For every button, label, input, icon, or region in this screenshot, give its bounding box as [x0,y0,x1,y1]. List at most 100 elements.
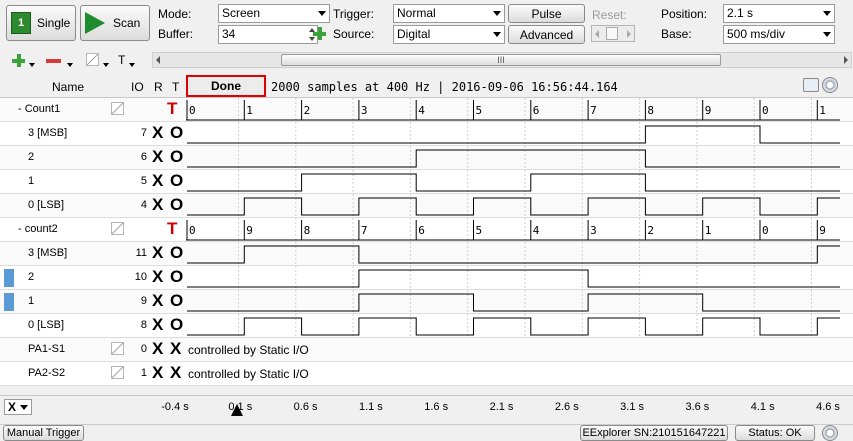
chevron-down-icon [318,11,326,16]
bus-name[interactable]: - Count1 [18,103,60,115]
channel-r-toggle[interactable]: X [152,339,163,359]
channel-io: 0 [140,343,147,355]
bus-name[interactable]: - count2 [18,223,58,235]
status-label: Status: OK [748,427,802,439]
channel-t-toggle[interactable]: X [170,363,181,383]
text-tool-icon[interactable]: T [118,53,125,67]
selection-marker [4,269,14,287]
channel-r-toggle[interactable]: X [152,171,163,191]
trigger-icon[interactable]: T [167,219,177,239]
remove-channel-icon[interactable] [46,59,61,63]
dropdown-arrow-icon[interactable] [129,63,135,67]
channel-t-toggle[interactable]: O [170,267,183,287]
channel-r-toggle[interactable]: X [152,123,163,143]
slider-thumb[interactable] [606,27,618,40]
channel-io: 11 [135,247,147,259]
zoom-select[interactable]: X [4,399,32,415]
channel-r-toggle[interactable]: X [152,243,163,263]
channel-name[interactable]: 0 [LSB] [28,319,64,331]
source-select[interactable]: Digital [393,25,505,44]
channel-t-toggle[interactable]: O [170,315,183,335]
base-label: Base: [661,27,692,41]
chevron-down-icon [823,11,831,16]
play-icon [85,12,105,34]
chevron-down-icon [493,11,501,16]
edit-icon[interactable] [111,222,124,235]
bus-value-label: 0 [189,224,196,237]
channel-r-toggle[interactable]: X [152,195,163,215]
device-settings-icon[interactable] [822,425,838,441]
trigger-select[interactable]: Normal [393,4,505,23]
position-select[interactable]: 2.1 s [723,4,835,23]
chevron-left-icon[interactable] [595,30,599,38]
channel-r-toggle[interactable]: X [152,363,163,383]
bus-value-label: 0 [762,104,769,117]
channel-r-toggle[interactable]: X [152,267,163,287]
chevron-right-icon[interactable] [844,56,848,64]
channel-t-toggle[interactable]: O [170,147,183,167]
chevron-right-icon[interactable] [627,30,631,38]
scan-button[interactable]: Scan [80,5,150,41]
channel-name[interactable]: 1 [28,175,34,187]
channel-t-toggle[interactable]: O [170,291,183,311]
bus-value-label: 4 [418,104,425,117]
channel-r-toggle[interactable]: X [152,315,163,335]
manual-trigger-button[interactable]: Manual Trigger [3,425,84,441]
channel-name[interactable]: PA2-S2 [28,367,65,379]
buffer-spinner[interactable]: 34 [218,25,318,44]
mode-select[interactable]: Screen [218,4,330,23]
channel-r-toggle[interactable]: X [152,291,163,311]
time-tick-label: 1.6 s [424,401,449,413]
add-channel-icon[interactable] [12,54,25,67]
trigger-label: Trigger: [333,7,374,21]
channel-name[interactable]: 0 [LSB] [28,199,64,211]
channel-t-toggle[interactable]: X [170,339,181,359]
settings-icon[interactable] [822,77,838,93]
horizontal-scrollbar[interactable]: III [152,52,852,68]
dropdown-arrow-icon[interactable] [103,63,109,67]
scrollbar-thumb[interactable]: III [281,54,721,66]
single-icon: 1 [11,12,31,34]
channel-t-toggle[interactable]: O [170,171,183,191]
scroll-grip: III [497,55,505,65]
base-value: 500 ms/div [727,27,786,41]
screenshot-icon[interactable] [803,78,819,92]
channel-name[interactable]: PA1-S1 [28,343,65,355]
dropdown-arrow-icon[interactable] [29,63,35,67]
single-button[interactable]: 1 Single [6,5,76,41]
reset-slider[interactable] [591,25,635,42]
trigger-icon[interactable]: T [167,99,177,119]
channel-r-toggle[interactable]: X [152,147,163,167]
bus-value-label: 9 [705,104,712,117]
bus-value-label: 8 [647,104,654,117]
channel-name[interactable]: 2 [28,151,34,163]
dropdown-arrow-icon[interactable] [67,63,73,67]
status-button[interactable]: Status: OK [735,425,815,441]
device-button[interactable]: EExplorer SN:210151647221 [580,425,728,441]
edit-icon[interactable] [111,366,124,379]
column-io-header: IO [131,80,144,94]
channel-name[interactable]: 1 [28,295,34,307]
trigger-marker-icon[interactable] [231,404,243,416]
edit-icon[interactable] [86,53,99,66]
channel-name[interactable]: 3 [MSB] [28,127,67,139]
channel-name[interactable]: 2 [28,271,34,283]
edit-icon[interactable] [111,102,124,115]
advanced-button[interactable]: Advanced [508,25,585,44]
base-select[interactable]: 500 ms/div [723,25,835,44]
add-icon[interactable] [313,27,326,40]
bus-value-label: 5 [476,104,483,117]
channel-t-toggle[interactable]: O [170,195,183,215]
channel-t-toggle[interactable]: O [170,243,183,263]
channel-name[interactable]: 3 [MSB] [28,247,67,259]
waveform-area[interactable]: 0 1 2 3 4 5 6 7 8 9 0 10 9 8 7 6 5 4 3 2 1 0 9 [186,98,840,388]
edit-icon[interactable] [111,342,124,355]
channel-t-toggle[interactable]: O [170,123,183,143]
bus-value-label: 1 [819,104,826,117]
device-label: EExplorer SN:210151647221 [582,427,726,439]
bus-value-label: 8 [304,224,311,237]
pulse-button[interactable]: Pulse [508,4,585,23]
digital-trace [187,197,840,216]
digital-trace [187,149,840,168]
chevron-left-icon[interactable] [156,56,160,64]
